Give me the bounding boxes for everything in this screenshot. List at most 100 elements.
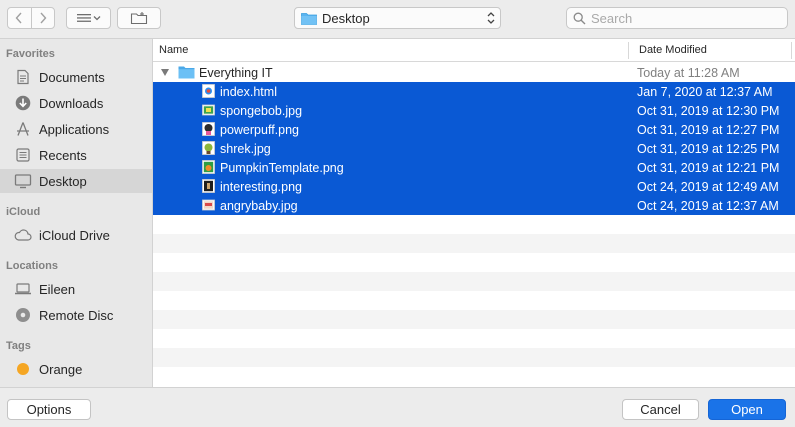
folder-row-everything-it[interactable]: Everything IT Today at 11:28 AM [153,63,795,82]
sidebar-item-orange-tag[interactable]: Orange [0,357,152,381]
sidebar-heading-tags: Tags [6,340,31,352]
search-input[interactable] [591,10,781,26]
column-divider[interactable] [791,42,792,59]
file-row[interactable]: PumpkinTemplate.png Oct 31, 2019 at 12:2… [153,158,795,177]
file-row[interactable]: index.html Jan 7, 2020 at 12:37 AM [153,82,795,101]
list-view-icon [76,14,100,22]
disc-icon [13,305,33,325]
disclosure-triangle-icon[interactable] [160,68,170,77]
file-name: interesting.png [220,179,303,194]
toolbar: Desktop [0,0,795,38]
file-row[interactable]: angrybaby.jpg Oct 24, 2019 at 12:37 AM [153,196,795,215]
view-mode-button[interactable] [66,7,111,29]
file-name: angrybaby.jpg [220,198,298,213]
downloads-icon [13,93,33,113]
empty-row [153,253,795,272]
empty-row [153,234,795,253]
sidebar-item-label: iCloud Drive [39,227,110,243]
sidebar-item-applications[interactable]: Applications [0,117,152,141]
folder-icon [178,66,195,79]
documents-icon [13,67,33,87]
date-modified-column-header[interactable]: Date Modified [639,44,707,56]
empty-row [153,291,795,310]
desktop-icon [13,171,33,191]
file-date: Oct 31, 2019 at 12:21 PM [637,160,780,175]
sidebar-item-documents[interactable]: Documents [0,65,152,89]
sidebar-item-eileen[interactable]: Eileen [0,277,152,301]
file-list: Name Date Modified Everything IT Today a… [153,38,795,387]
empty-row [153,272,795,291]
file-name: Everything IT [199,65,273,80]
sidebar-item-icloud-drive[interactable]: iCloud Drive [0,223,152,247]
empty-row [153,329,795,348]
location-label: Desktop [322,10,370,26]
file-date: Oct 31, 2019 at 12:25 PM [637,141,780,156]
sidebar-item-label: Orange [39,361,83,377]
file-row[interactable]: spongebob.jpg Oct 31, 2019 at 12:30 PM [153,101,795,120]
sidebar-item-label: Recents [39,147,87,163]
sidebar-item-label: Remote Disc [39,307,114,323]
image-file-icon [202,160,215,174]
sidebar-item-recents[interactable]: Recents [0,143,152,167]
file-row[interactable]: shrek.jpg Oct 31, 2019 at 12:25 PM [153,139,795,158]
file-name: spongebob.jpg [220,103,303,118]
search-icon [573,12,586,24]
options-button[interactable]: Options [7,399,91,420]
forward-button[interactable] [30,8,55,28]
search-field[interactable] [566,7,788,29]
recents-icon [13,145,33,165]
column-header: Name Date Modified [153,39,795,62]
bottom-bar: Options Cancel Open [0,387,795,427]
cancel-button[interactable]: Cancel [622,399,699,420]
back-button[interactable] [8,8,31,28]
sidebar-item-desktop[interactable]: Desktop [0,169,152,193]
empty-row [153,348,795,367]
file-row[interactable]: interesting.png Oct 24, 2019 at 12:49 AM [153,177,795,196]
file-name: PumpkinTemplate.png [220,160,344,175]
file-name: powerpuff.png [220,122,299,137]
applications-icon [13,119,33,139]
sidebar-item-label: Desktop [39,173,87,189]
chevron-left-icon [15,12,22,24]
image-file-icon [202,179,215,193]
sidebar-item-downloads[interactable]: Downloads [0,91,152,115]
file-row[interactable]: powerpuff.png Oct 31, 2019 at 12:27 PM [153,120,795,139]
image-file-icon [202,122,215,136]
sidebar: Favorites Documents Downloads Applicatio… [0,38,153,387]
image-file-icon [202,199,215,211]
file-name: index.html [220,84,277,99]
file-date: Oct 24, 2019 at 12:37 AM [637,198,779,213]
empty-row [153,215,795,234]
chevron-right-icon [40,12,47,24]
name-column-header[interactable]: Name [159,44,188,56]
html-file-icon [202,84,215,98]
location-popup[interactable]: Desktop [294,7,501,29]
file-date: Oct 24, 2019 at 12:49 AM [637,179,779,194]
empty-row [153,367,795,386]
file-date: Today at 11:28 AM [637,65,740,80]
sidebar-heading-favorites: Favorites [6,48,55,60]
updown-arrows-icon [487,12,495,24]
file-date: Oct 31, 2019 at 12:30 PM [637,103,780,118]
column-divider[interactable] [628,42,629,59]
folder-icon [301,12,317,25]
image-file-icon [202,104,215,116]
navigation-buttons [7,7,55,29]
open-button[interactable]: Open [708,399,786,420]
file-date: Oct 31, 2019 at 12:27 PM [637,122,780,137]
laptop-icon [13,279,33,299]
sidebar-item-label: Documents [39,69,105,85]
sidebar-heading-icloud: iCloud [6,206,41,218]
sidebar-item-remote-disc[interactable]: Remote Disc [0,303,152,327]
sidebar-heading-locations: Locations [6,260,58,272]
cloud-icon [13,225,33,245]
file-name: shrek.jpg [220,141,271,156]
sidebar-item-label: Applications [39,121,110,137]
image-file-icon [202,141,215,155]
file-date: Jan 7, 2020 at 12:37 AM [637,84,773,99]
new-folder-icon [130,12,148,25]
empty-row [153,310,795,329]
orange-tag-icon [13,359,33,379]
sidebar-item-label: Eileen [39,281,76,297]
new-folder-button[interactable] [117,7,161,29]
